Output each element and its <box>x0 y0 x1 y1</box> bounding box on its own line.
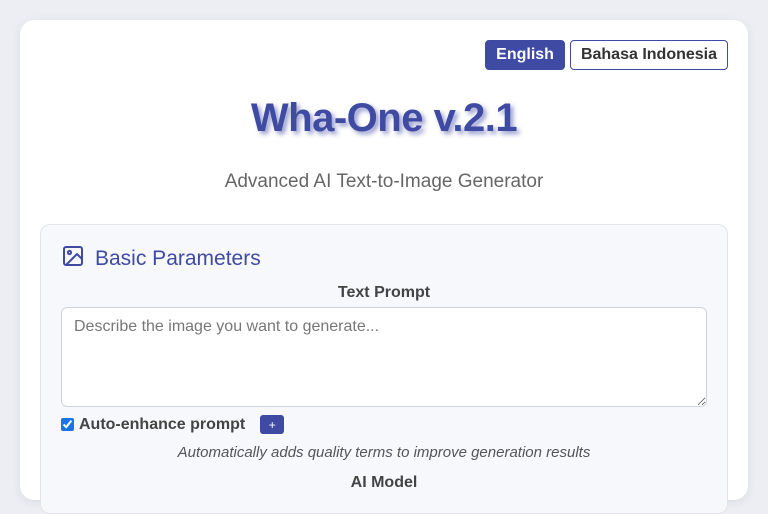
ai-model-label: AI Model <box>350 474 418 491</box>
basic-parameters-panel: Basic Parameters Text Prompt Auto-enhanc… <box>40 224 728 514</box>
panel-title: Basic Parameters <box>95 246 261 270</box>
auto-enhance-label: Auto-enhance prompt <box>79 415 246 433</box>
panel-header: Basic Parameters <box>61 244 261 273</box>
language-indonesian-button[interactable]: Bahasa Indonesia <box>569 40 728 70</box>
text-prompt-label: Text Prompt <box>337 284 431 301</box>
auto-enhance-row: Auto-enhance prompt + <box>61 415 285 434</box>
auto-enhance-checkbox[interactable] <box>61 418 74 431</box>
app-title: Wha-One v.2.1 <box>250 96 518 140</box>
app-subtitle: Advanced AI Text-to-Image Generator <box>224 171 544 192</box>
enhance-add-button[interactable]: + <box>260 415 285 434</box>
image-icon <box>61 244 85 273</box>
main-card: English Bahasa Indonesia Wha-One v.2.1 A… <box>20 20 748 514</box>
auto-enhance-hint: Automatically adds quality terms to impr… <box>177 444 591 461</box>
text-prompt-input[interactable] <box>61 307 707 407</box>
language-switcher: English Bahasa Indonesia <box>485 40 728 70</box>
language-english-button[interactable]: English <box>485 40 565 70</box>
